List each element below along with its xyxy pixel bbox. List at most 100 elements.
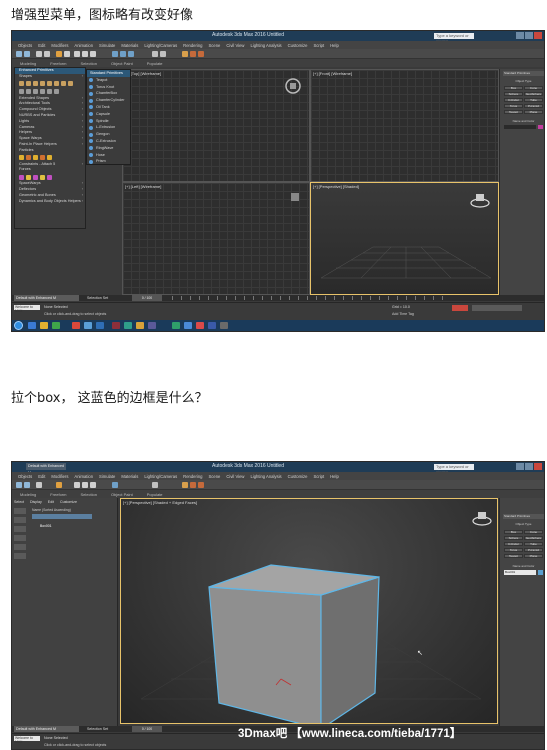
menu-objects[interactable]: Objects — [18, 474, 32, 479]
submenu-item[interactable]: Prism — [87, 158, 130, 165]
ngon-icon[interactable] — [40, 89, 45, 95]
rectangle-icon[interactable] — [54, 89, 59, 95]
submenu-item[interactable]: C-Extrusion — [87, 138, 130, 145]
undo-icon[interactable] — [16, 51, 22, 57]
minimize-button[interactable] — [516, 32, 524, 39]
name-field[interactable] — [504, 125, 536, 129]
primitive-type-dropdown[interactable]: Standard Primitives — [503, 514, 544, 519]
close-button[interactable] — [534, 463, 542, 470]
start-icon[interactable] — [14, 321, 23, 330]
list-item[interactable]: Box001 — [32, 514, 92, 528]
box-button[interactable]: Box — [504, 530, 523, 534]
circle-icon[interactable] — [26, 89, 31, 95]
menu-edit[interactable]: Edit — [38, 474, 45, 479]
app-icon[interactable] — [136, 322, 144, 329]
search-input[interactable]: Type a keyword or phrase — [434, 464, 474, 474]
torus-icon[interactable] — [40, 81, 45, 87]
redo-icon[interactable] — [24, 482, 30, 488]
text-icon[interactable] — [47, 89, 52, 95]
object-type-rollout[interactable]: Object Type — [503, 522, 544, 527]
frame-counter[interactable]: 0 / 100 — [132, 726, 162, 732]
submenu-item[interactable]: Spindle — [87, 118, 130, 125]
menu-animation[interactable]: Animation — [74, 43, 93, 48]
viewcube-icon[interactable] — [291, 193, 299, 201]
material-editor-icon[interactable] — [182, 51, 188, 57]
selection-set-label[interactable]: Selection Set — [87, 726, 108, 732]
align-icon[interactable] — [160, 51, 166, 57]
cylinder-button[interactable]: Cylinder — [504, 98, 523, 102]
viewport-perspective[interactable]: [+] [Perspective] [Shaded + Edged Faces]… — [120, 498, 498, 724]
minimize-button[interactable] — [516, 463, 524, 470]
push-icon[interactable] — [19, 174, 24, 180]
workspace-selector[interactable]: Default with Enhanced M — [14, 295, 79, 301]
menu-objects[interactable]: Objects — [18, 43, 32, 48]
app-icon[interactable] — [84, 322, 92, 329]
wind-icon[interactable] — [47, 174, 52, 180]
menu-item[interactable]: Particles — [15, 148, 85, 154]
menu-item[interactable]: Dynamics and Body Objects Helpers › — [15, 199, 85, 205]
scale-icon[interactable] — [90, 482, 96, 488]
viewport-left[interactable]: [+] [Left] [Wireframe] — [122, 182, 310, 295]
display-spacewarps-icon[interactable] — [14, 553, 26, 559]
tab-select[interactable]: Select — [14, 500, 24, 504]
menu-help[interactable]: Help — [330, 474, 339, 479]
menu-script[interactable]: Script — [313, 474, 324, 479]
link-icon[interactable] — [36, 51, 42, 57]
color-swatch[interactable] — [538, 125, 543, 129]
undo-icon[interactable] — [16, 482, 22, 488]
box-icon[interactable] — [19, 81, 24, 87]
tab-edit[interactable]: Edit — [48, 500, 54, 504]
tab-selection[interactable]: Selection — [80, 61, 96, 66]
select-icon[interactable] — [56, 51, 62, 57]
viewcube-icon[interactable] — [283, 76, 303, 96]
tab-object-paint[interactable]: Object Paint — [111, 492, 133, 497]
move-icon[interactable] — [74, 482, 80, 488]
cylinder-icon[interactable] — [33, 81, 38, 87]
submenu-item[interactable]: L-Extrusion — [87, 124, 130, 131]
maxscript-listener[interactable]: Welcome to MAX — [14, 736, 40, 744]
box-object[interactable] — [121, 499, 497, 723]
display-cameras-icon[interactable] — [14, 535, 26, 541]
sphere-button[interactable]: Sphere — [504, 536, 523, 540]
submenu-item[interactable]: Gengon — [87, 131, 130, 138]
box-side-face[interactable] — [320, 576, 380, 723]
submenu-header[interactable]: Standard Primitives — [87, 70, 130, 77]
blizzard-icon[interactable] — [40, 155, 45, 161]
app-icon[interactable] — [124, 322, 132, 329]
select-icon[interactable] — [56, 482, 62, 488]
cone-button[interactable]: Cone — [524, 86, 543, 90]
cone-icon[interactable] — [47, 81, 52, 87]
viewport-perspective[interactable]: [+] [Perspective] [Shaded] — [310, 182, 499, 295]
menu-modifiers[interactable]: Modifiers — [51, 474, 68, 479]
menu-rendering[interactable]: Rendering — [183, 43, 202, 48]
menu-civil-view[interactable]: Civil View — [226, 43, 244, 48]
mirror-icon[interactable] — [152, 482, 158, 488]
geosphere-button[interactable]: GeoSphere — [524, 536, 543, 540]
sphere-icon[interactable] — [26, 81, 31, 87]
menu-customize[interactable]: Customize — [288, 474, 308, 479]
cone-button[interactable]: Cone — [524, 530, 543, 534]
plane-button[interactable]: Plane — [524, 110, 543, 114]
chrome-icon[interactable] — [72, 322, 80, 329]
arc-icon[interactable] — [33, 89, 38, 95]
tube-button[interactable]: Tube — [524, 542, 543, 546]
tab-object-paint[interactable]: Object Paint — [111, 61, 133, 66]
submenu-item[interactable]: Hose — [87, 152, 130, 159]
scale-icon[interactable] — [90, 51, 96, 57]
app-icon[interactable] — [220, 322, 228, 329]
search-input[interactable]: Type a keyword or phrase — [434, 33, 474, 43]
render-setup-icon[interactable] — [190, 482, 196, 488]
move-icon[interactable] — [74, 51, 80, 57]
name-color-rollout[interactable]: Name and Color — [503, 119, 544, 124]
viewcube-icon[interactable] — [471, 509, 493, 527]
tab-display[interactable]: Display — [30, 500, 42, 504]
name-color-rollout[interactable]: Name and Color — [503, 564, 544, 569]
snow-icon[interactable] — [33, 155, 38, 161]
tab-freeform[interactable]: Freeform — [50, 61, 66, 66]
tab-selection[interactable]: Selection — [80, 492, 96, 497]
mirror-icon[interactable] — [152, 51, 158, 57]
submenu-item[interactable]: ChamferCylinder — [87, 97, 130, 104]
tube-button[interactable]: Tube — [524, 98, 543, 102]
menu-scene[interactable]: Scene — [209, 43, 221, 48]
app-icon[interactable] — [148, 322, 156, 329]
